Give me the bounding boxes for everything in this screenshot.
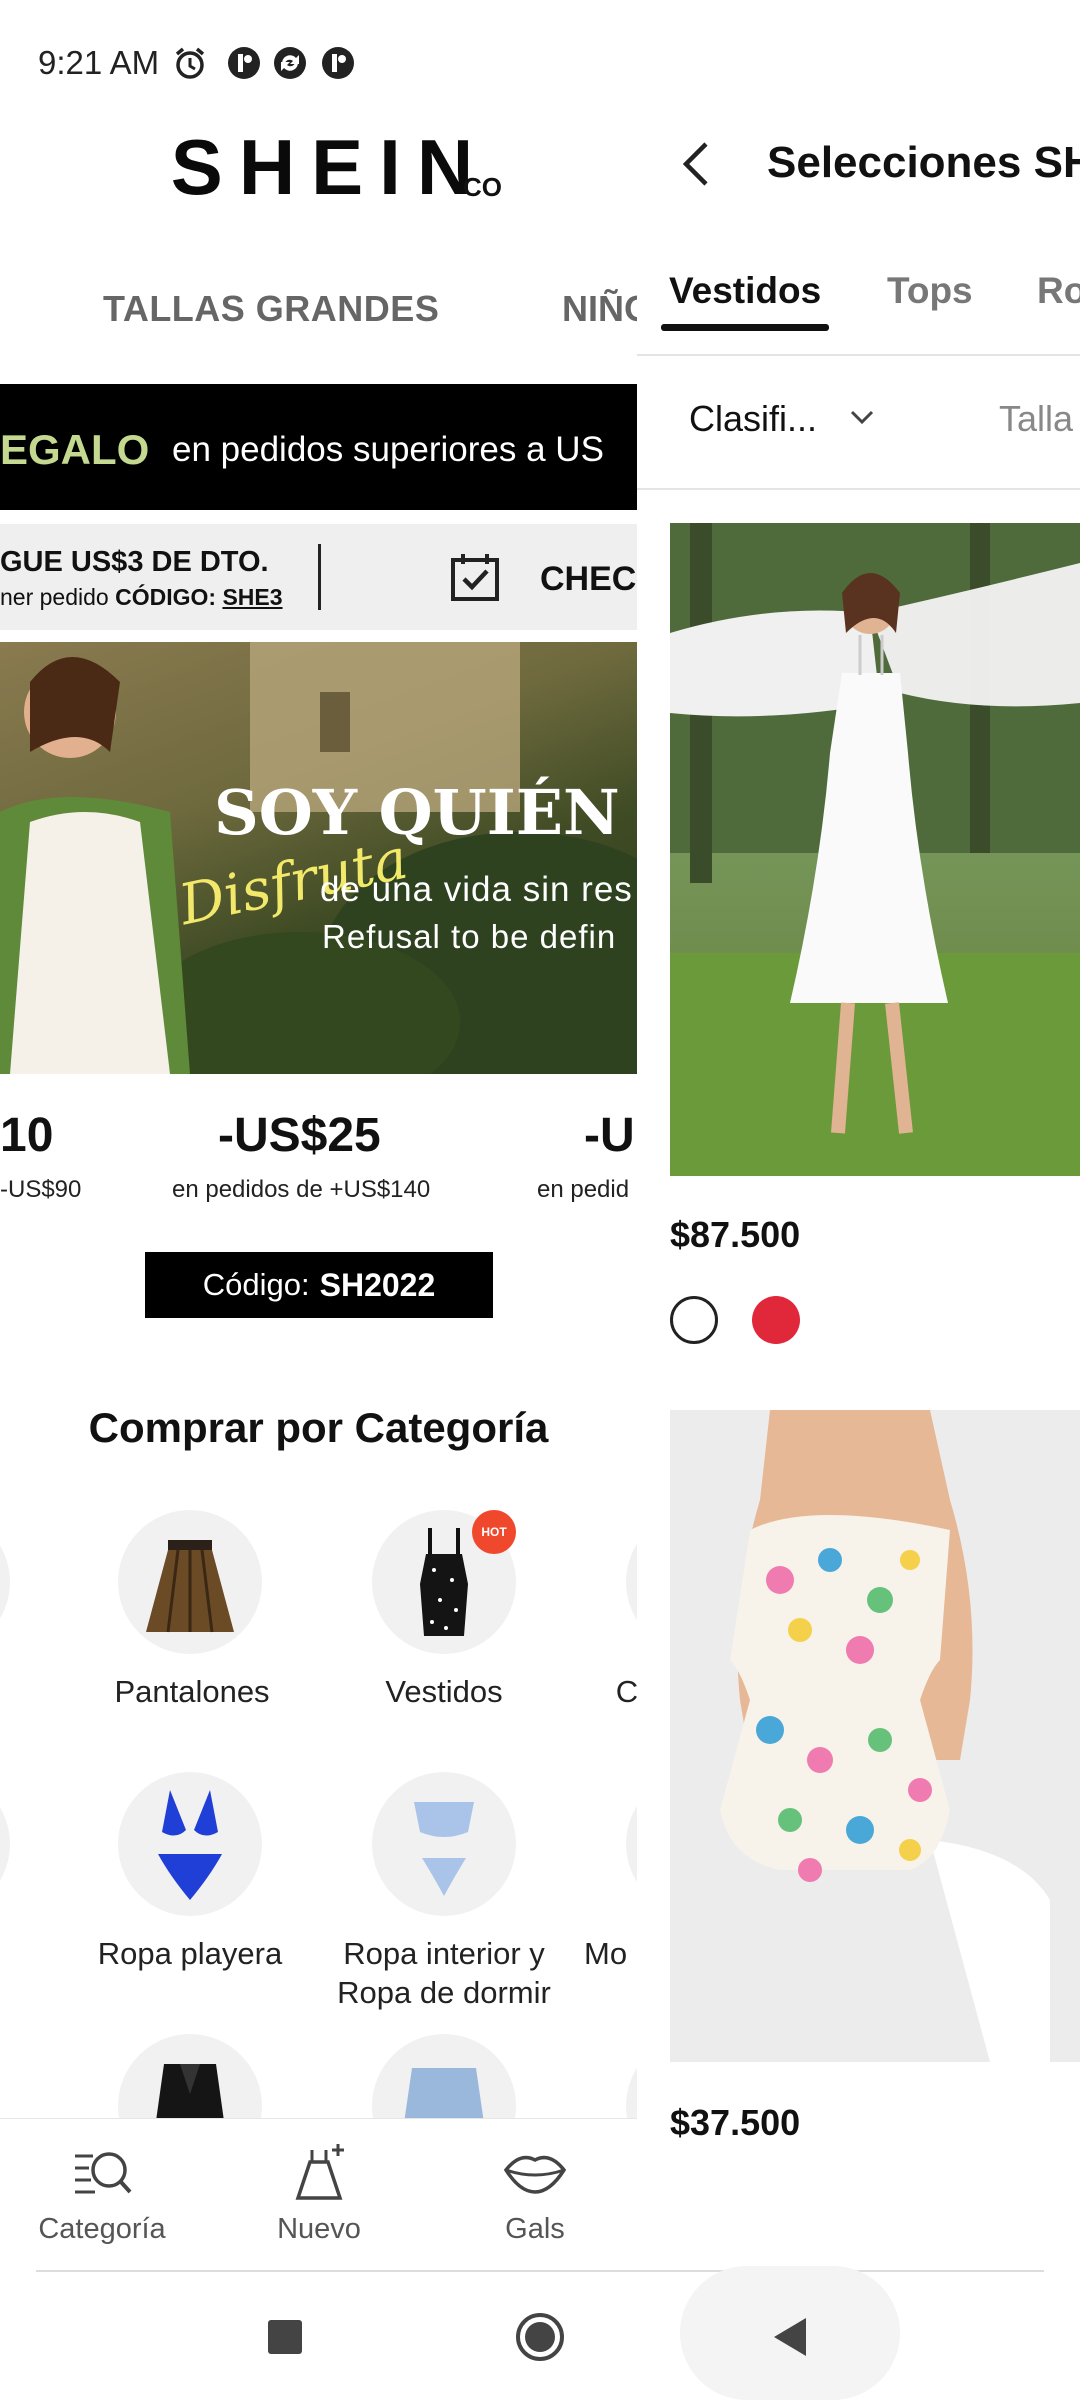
product-image[interactable] (670, 1410, 1080, 2062)
divider (637, 354, 1080, 356)
category-partial-circle[interactable] (626, 1510, 637, 1654)
tab-ropa[interactable]: Ro (1037, 270, 1080, 312)
promo-code-label: Código: (202, 1267, 310, 1302)
category-label: Mo (584, 1936, 628, 1971)
discount-value: -US$25 (218, 1109, 381, 1162)
promo-code-value: SH2022 (319, 1266, 436, 1303)
promo-banner-coupon[interactable]: GUE US$3 DE DTO. ner pedido CÓDIGO: SHE3… (0, 524, 637, 630)
discount-value: -U (584, 1109, 635, 1162)
category-label: Pantalones (114, 1674, 270, 1709)
shein-logo: SHEIN (170, 123, 490, 211)
product-photo-floral-dress (720, 1410, 1050, 2062)
promo-highlight: EGALO (0, 426, 150, 473)
home-button[interactable] (514, 2311, 566, 2363)
coupon-subtitle: ner pedido CÓDIGO: SHE3 (0, 584, 283, 611)
coupon-code-value: SHE3 (222, 584, 283, 610)
discount-value: 10 (0, 1109, 54, 1162)
product-price: $37.500 (670, 2102, 801, 2143)
bikini-image (158, 1790, 222, 1900)
category-pantalones[interactable] (118, 1510, 262, 1654)
nav-gals[interactable]: Gals (435, 2140, 635, 2246)
category-partial-circle[interactable] (626, 1772, 637, 1916)
banner-title: SOY QUIÉN (214, 776, 620, 849)
banner-line2: Refusal to be defin (322, 918, 617, 955)
tab-tallas-grandes[interactable]: TALLAS GRANDES (103, 288, 439, 330)
hot-badge: HOT (472, 1510, 516, 1554)
page-title: Selecciones SH (767, 138, 1080, 187)
checkin-text: CHEC (540, 560, 637, 598)
skirt-image (146, 1540, 234, 1633)
categories-title: Comprar por Categoría (88, 1404, 549, 1451)
product-photo-white-dress (670, 523, 1080, 1176)
nav-nuevo[interactable]: Nuevo (219, 2140, 419, 2246)
coupon-title: GUE US$3 DE DTO. (0, 546, 269, 578)
tab-tops[interactable]: Tops (887, 270, 973, 312)
banner-line1: de una vida sin res (320, 870, 633, 909)
coupon-subtitle-prefix: ner pedido (0, 584, 116, 610)
active-tab-indicator (661, 324, 829, 331)
chevron-down-icon[interactable] (849, 406, 875, 428)
product-image[interactable] (670, 523, 1080, 1176)
hero-banner[interactable]: SOY QUIÉN Disfruta de una vida sin res R… (0, 642, 637, 1074)
category-label: Ropa playera (97, 1936, 283, 1971)
category-partial-circle[interactable] (0, 1510, 10, 1654)
color-swatch-white[interactable] (670, 1296, 718, 1344)
tab-vestidos[interactable]: Vestidos (669, 270, 821, 312)
category-label: Ropa interior y Ropa de dormir (337, 1936, 551, 2010)
promo-banner-black[interactable]: EGALO en pedidos superiores a US (0, 384, 637, 510)
size-filter[interactable]: Talla (999, 398, 1073, 440)
tab-ninos[interactable]: NIÑO (562, 288, 637, 330)
category-ropa-playera[interactable] (118, 1772, 262, 1916)
category-label: tiva (0, 1934, 55, 1973)
back-arrow-icon[interactable] (680, 140, 710, 188)
sort-dropdown[interactable]: Clasifi... (689, 398, 817, 440)
recents-button[interactable] (268, 2320, 302, 2354)
category-partial-circle[interactable] (0, 1772, 10, 1916)
nav-label: Nuevo (277, 2213, 361, 2245)
logo-country: CO (463, 172, 502, 202)
coupon-code-label: CÓDIGO: (115, 584, 217, 610)
divider (637, 488, 1080, 490)
lingerie-image (414, 1802, 474, 1896)
nav-label: Categoría (38, 2213, 166, 2245)
category-ropa-interior[interactable] (372, 1772, 516, 1916)
product-price: $87.500 (670, 1214, 801, 1255)
calendar-check-icon (451, 554, 499, 601)
discount-condition: -US$90 (0, 1176, 82, 1203)
nav-label: Gals (505, 2213, 565, 2245)
home-panel: SHEIN CO TALLAS GRANDES NIÑO EGALO en pe… (0, 0, 637, 2400)
discount-condition: en pedid (537, 1176, 630, 1203)
promo-code-box[interactable]: Código: SH2022 (145, 1252, 493, 1318)
back-button[interactable] (770, 2316, 810, 2358)
discount-condition: en pedidos de +US$140 (172, 1176, 431, 1203)
promo-text: en pedidos superiores a US (172, 430, 604, 469)
search-category-icon (75, 2152, 132, 2194)
color-swatch-red[interactable] (752, 1296, 800, 1344)
coupon-divider (318, 544, 321, 610)
divider (36, 2270, 1044, 2272)
lips-icon (503, 2155, 567, 2194)
selections-panel: Selecciones SH Vestidos Tops Ro Clasifi.… (637, 0, 1080, 2400)
nav-categoria[interactable]: Categoría (2, 2140, 202, 2246)
category-label: C (615, 1674, 637, 1709)
new-dress-icon (295, 2144, 344, 2200)
